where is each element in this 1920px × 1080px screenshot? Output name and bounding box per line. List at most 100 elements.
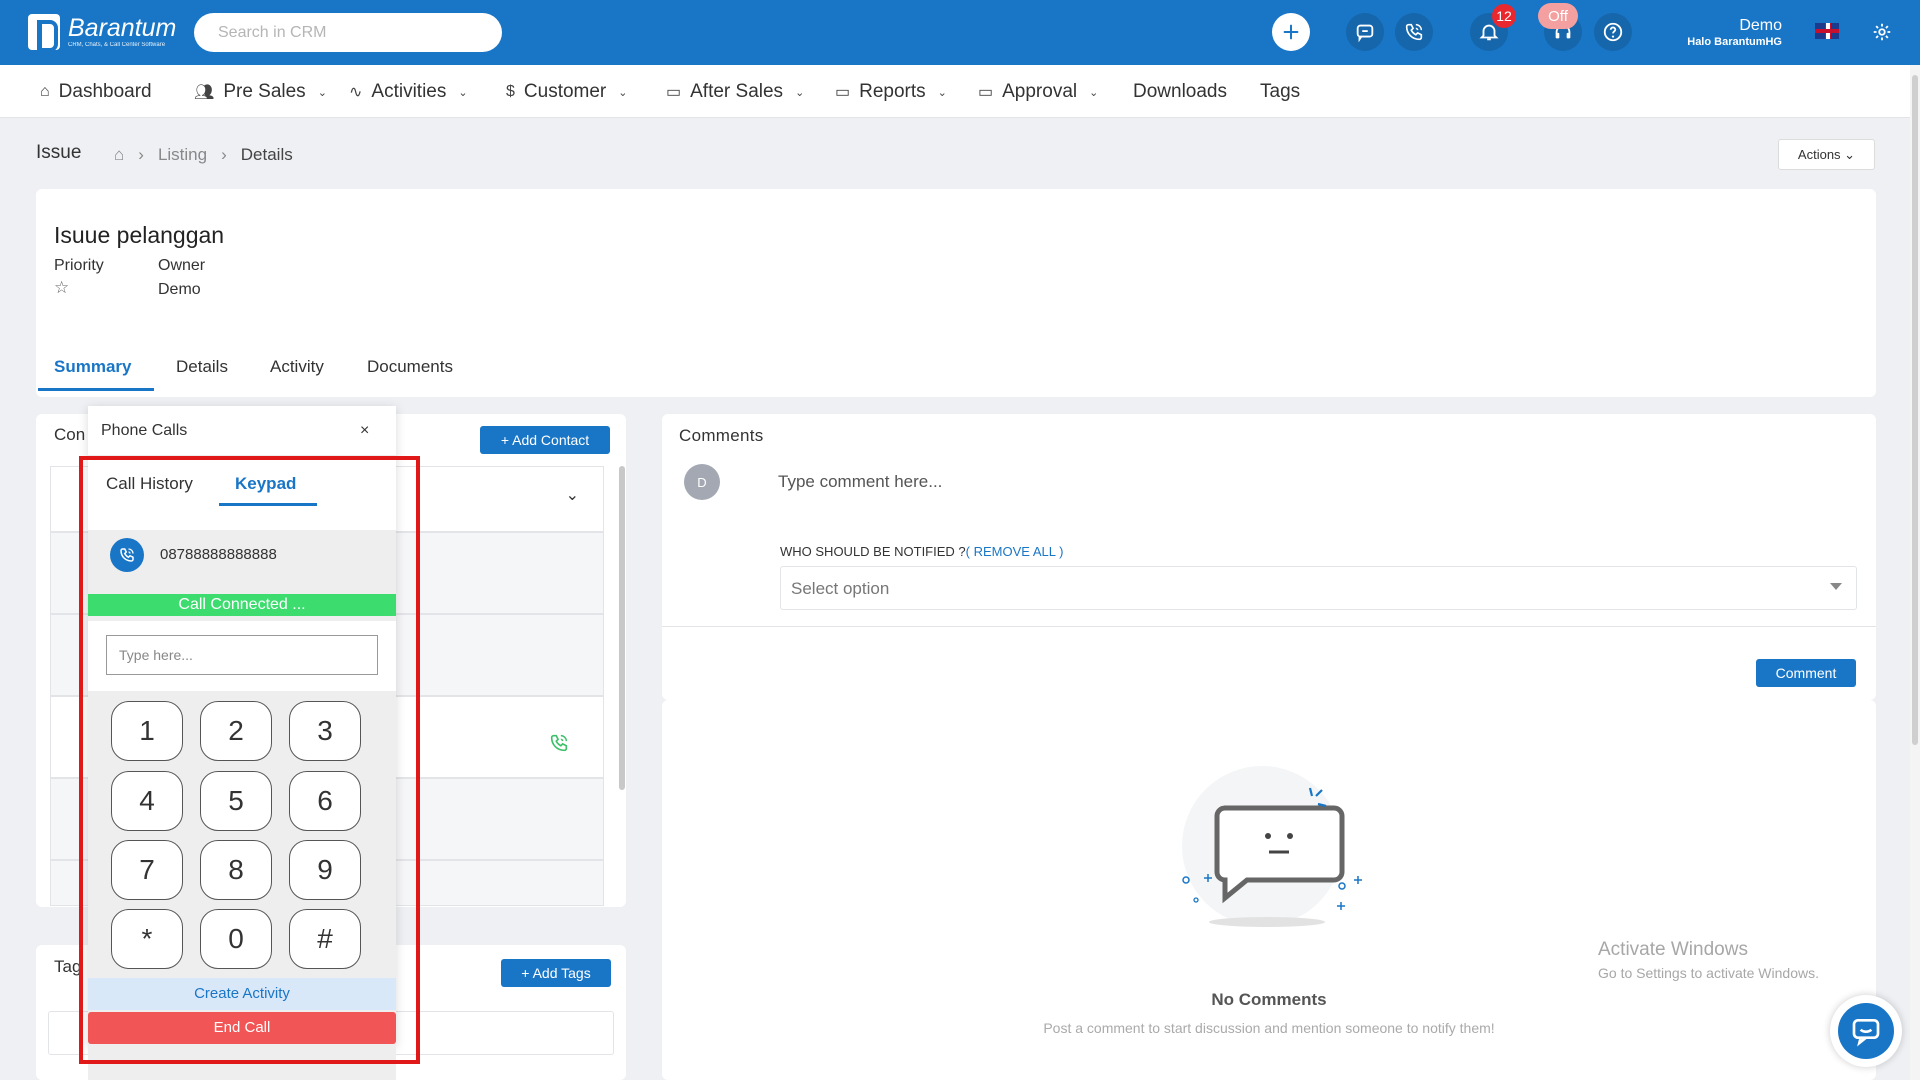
notifications-button[interactable]: 12 — [1470, 4, 1516, 51]
key-7[interactable]: 7 — [111, 840, 183, 900]
key-0[interactable]: 0 — [200, 909, 272, 969]
live-chat-button[interactable] — [1830, 995, 1902, 1067]
chevron-down-icon: ⌄ — [317, 86, 327, 99]
key-1[interactable]: 1 — [111, 701, 183, 761]
nav-label: Customer — [523, 81, 607, 102]
agent-status-button[interactable]: Off — [1538, 3, 1582, 51]
create-activity-button[interactable]: Create Activity — [88, 978, 396, 1010]
phone-calls-panel: Phone Calls × Call History Keypad 087888… — [88, 406, 396, 1080]
tab-activity[interactable]: Activity — [270, 357, 324, 377]
key-2[interactable]: 2 — [200, 701, 272, 761]
home-icon[interactable]: ⌂ — [114, 145, 124, 165]
actions-button[interactable]: Actions ⌄ — [1778, 139, 1875, 170]
owner-label: Owner — [158, 257, 206, 274]
phone-call-icon[interactable] — [548, 732, 570, 754]
nav-label: Tags — [1260, 81, 1301, 102]
brand-tagline: CRM, Chats, & Call Center Software — [68, 42, 166, 48]
phone-call-icon — [1405, 23, 1423, 41]
plus-icon — [1283, 24, 1299, 40]
help-icon — [1603, 22, 1623, 42]
comment-input[interactable]: Type comment here... — [778, 472, 942, 492]
add-tags-button[interactable]: + Add Tags — [501, 959, 611, 987]
key-5[interactable]: 5 — [200, 771, 272, 831]
phone-panel-header: Phone Calls × — [88, 406, 396, 456]
nav-reports[interactable]: ▭ Reports ⌄ — [835, 81, 947, 103]
nav-label: Approval — [1002, 81, 1078, 102]
nav-dashboard[interactable]: ⌂ Dashboard — [40, 81, 152, 103]
pulse-icon: ∿ — [349, 84, 363, 101]
chat-button[interactable] — [1346, 13, 1384, 51]
nav-customer[interactable]: $ Customer ⌄ — [506, 81, 627, 103]
tab-summary[interactable]: Summary — [54, 357, 131, 377]
empty-comments-area: No Comments Post a comment to start disc… — [662, 700, 1876, 1080]
nav-activities[interactable]: ∿ Activities ⌄ — [349, 81, 468, 103]
active-tab-indicator — [38, 388, 154, 391]
star-icon[interactable]: ☆ — [54, 278, 69, 298]
chevron-down-icon: ⌄ — [618, 86, 628, 99]
tab-documents[interactable]: Documents — [367, 357, 453, 377]
tab-call-history[interactable]: Call History — [106, 474, 193, 494]
key-star[interactable]: * — [111, 909, 183, 969]
call-status-bar: Call Connected ... — [88, 594, 396, 616]
scroll-thumb[interactable] — [1912, 75, 1918, 745]
nav-label: Pre Sales — [223, 81, 306, 102]
user-menu[interactable]: Demo Halo BarantumHG — [1687, 17, 1782, 49]
add-contact-button[interactable]: + Add Contact — [480, 426, 610, 454]
nav-after-sales[interactable]: ▭ After Sales ⌄ — [666, 81, 804, 103]
breadcrumb-current: Details — [240, 145, 293, 164]
chevron-down-icon: ⌄ — [458, 86, 468, 99]
gear-icon[interactable] — [1871, 21, 1893, 43]
help-button[interactable] — [1594, 13, 1632, 51]
end-call-button[interactable]: End Call — [88, 1012, 396, 1044]
key-9[interactable]: 9 — [289, 840, 361, 900]
nav-pre-sales[interactable]: 👥︎ Pre Sales ⌄ — [194, 81, 327, 103]
caller-number: 08788888888888 — [160, 546, 277, 563]
tab-details[interactable]: Details — [176, 357, 228, 377]
nav-tags[interactable]: Tags — [1260, 81, 1300, 103]
logo[interactable]: Barantum CRM, Chats, & Call Center Softw… — [28, 14, 176, 52]
dial-input[interactable] — [106, 635, 378, 675]
add-button[interactable] — [1272, 13, 1310, 51]
nav-label: Activities — [371, 81, 447, 102]
breadcrumb: ⌂ › Listing › Details — [114, 145, 293, 165]
logo-mark-icon — [28, 14, 60, 52]
no-comments-illustration — [1182, 766, 1362, 927]
close-icon[interactable]: × — [360, 422, 369, 440]
phone-button[interactable] — [1395, 13, 1433, 51]
folder-icon: ▭ — [666, 84, 682, 101]
key-4[interactable]: 4 — [111, 771, 183, 831]
chevron-down-icon: ⌄ — [937, 86, 947, 99]
key-6[interactable]: 6 — [289, 771, 361, 831]
uk-flag-icon[interactable] — [1815, 23, 1839, 39]
remove-all-link[interactable]: ( REMOVE ALL ) — [966, 544, 1064, 559]
notify-select[interactable]: Select option — [780, 566, 1857, 610]
nav-downloads[interactable]: Downloads — [1133, 81, 1227, 103]
issue-header-card: Isuue pelanggan Priority ☆ Owner Demo Su… — [36, 189, 1876, 397]
key-3[interactable]: 3 — [289, 701, 361, 761]
owner-value: Demo — [158, 281, 201, 298]
comment-button[interactable]: Comment — [1756, 659, 1856, 687]
page-scrollbar[interactable] — [1910, 65, 1920, 1080]
dial-input-wrap — [88, 621, 396, 691]
user-subtitle: Halo BarantumHG — [1687, 36, 1782, 48]
breadcrumb-listing[interactable]: Listing — [158, 145, 207, 165]
chevron-down-icon: ⌄ — [1089, 86, 1099, 99]
nav-approval[interactable]: ▭ Approval ⌄ — [978, 81, 1098, 103]
key-8[interactable]: 8 — [200, 840, 272, 900]
search-input[interactable] — [194, 13, 502, 52]
watermark-line-2: Go to Settings to activate Windows. — [1598, 965, 1819, 981]
no-comments-title: No Comments — [1211, 990, 1327, 1009]
chat-bubble-icon — [1852, 1019, 1880, 1047]
tab-keypad[interactable]: Keypad — [235, 474, 296, 494]
select-placeholder: Select option — [791, 579, 890, 598]
nav-label: Dashboard — [58, 81, 152, 102]
main-nav: ⌂ Dashboard 👥︎ Pre Sales ⌄ ∿ Activities ⌄ $ Cu… — [0, 65, 1920, 118]
user-name: Demo — [1739, 17, 1782, 34]
chevron-down-icon[interactable]: ⌄ — [566, 485, 579, 505]
no-comments-subtitle: Post a comment to start discussion and m… — [1043, 1020, 1495, 1036]
windows-activation-watermark: Activate Windows Go to Settings to activ… — [1598, 939, 1819, 981]
users-icon: 👥︎ — [194, 84, 215, 101]
contacts-scrollbar[interactable] — [619, 466, 625, 790]
key-hash[interactable]: # — [289, 909, 361, 969]
avatar: D — [684, 464, 720, 500]
